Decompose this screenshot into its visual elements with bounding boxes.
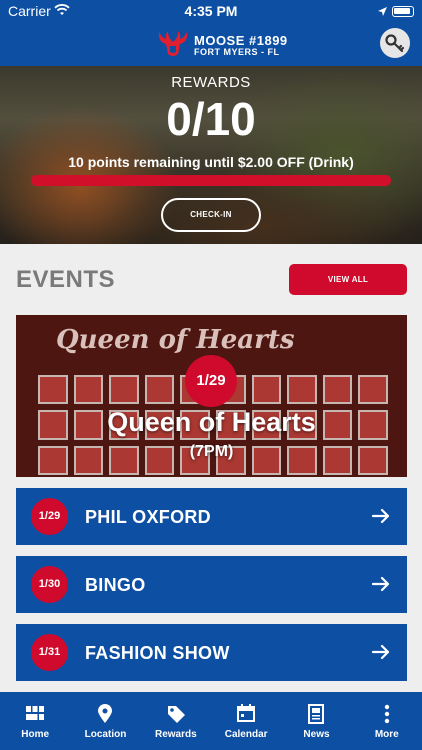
home-grid-icon [26, 706, 45, 720]
moose-antlers-icon [158, 31, 188, 56]
tab-label: Home [21, 729, 50, 740]
featured-banner-art: Queen of Hearts [56, 325, 295, 355]
location-arrow-icon [377, 4, 388, 20]
event-name: BINGO [85, 575, 146, 595]
tab-label: Location [84, 729, 127, 740]
event-list-item[interactable]: 1/31 FASHION SHOW [16, 624, 407, 681]
logo-location: FORT MYERS - FL [194, 47, 280, 57]
tab-label: Rewards [154, 729, 197, 740]
event-name: FASHION SHOW [85, 643, 230, 663]
status-bar: Carrier 4:35 PM [0, 0, 422, 22]
logo-name: MOOSE #1899 [194, 33, 288, 48]
battery-icon [392, 6, 414, 17]
rewards-message: 10 points remaining until $2.00 OFF (Dri… [68, 154, 354, 170]
featured-event-time: (7PM) [189, 443, 234, 460]
tab-rewards[interactable]: Rewards [141, 692, 211, 750]
rewards-count: 0/10 [166, 93, 256, 145]
tab-more[interactable]: More [352, 692, 422, 750]
event-list-item[interactable]: 1/29 PHIL OXFORD [16, 488, 407, 545]
event-list-item[interactable]: 1/30 BINGO [16, 556, 407, 613]
tab-calendar[interactable]: Calendar [211, 692, 281, 750]
arrow-right-icon [371, 644, 390, 660]
rewards-hero: REWARDS 0/10 10 points remaining until $… [0, 66, 422, 244]
rewards-label: REWARDS [171, 74, 251, 91]
bottom-tab-bar: Home Location Rewards Calendar News More [0, 692, 422, 750]
tab-label: More [374, 729, 399, 740]
key-button[interactable] [380, 28, 410, 58]
event-date-badge: 1/29 [31, 498, 68, 535]
event-date-badge: 1/30 [31, 566, 68, 603]
events-heading: EVENTS [16, 266, 116, 293]
arrow-right-icon [371, 508, 390, 524]
featured-event-date: 1/29 [185, 355, 237, 407]
featured-event-title: Queen of Hearts [107, 407, 316, 437]
tab-label: News [303, 729, 330, 740]
view-all-button[interactable]: VIEW ALL [289, 264, 407, 295]
event-date-badge: 1/31 [31, 634, 68, 671]
calendar-icon [237, 704, 256, 722]
featured-event-card[interactable]: Queen of Hearts 1/29 Queen of Hearts (7P… [16, 315, 407, 477]
key-icon [385, 34, 405, 53]
moose-logo: MOOSE #1899 FORT MYERS - FL [156, 28, 287, 62]
check-in-button[interactable]: CHECK-IN [161, 198, 261, 232]
app-header: MOOSE #1899 FORT MYERS - FL [0, 22, 422, 66]
location-pin-icon [98, 704, 113, 723]
tab-home[interactable]: Home [0, 692, 70, 750]
tag-icon [167, 706, 185, 723]
tab-label: Calendar [224, 729, 268, 740]
more-vertical-icon [384, 704, 389, 724]
event-name: PHIL OXFORD [85, 507, 211, 527]
status-time: 4:35 PM [184, 3, 238, 19]
tab-location[interactable]: Location [70, 692, 140, 750]
rewards-progress-bar [31, 175, 391, 186]
tab-news[interactable]: News [281, 692, 351, 750]
newspaper-icon [308, 704, 325, 724]
arrow-right-icon [371, 576, 390, 592]
